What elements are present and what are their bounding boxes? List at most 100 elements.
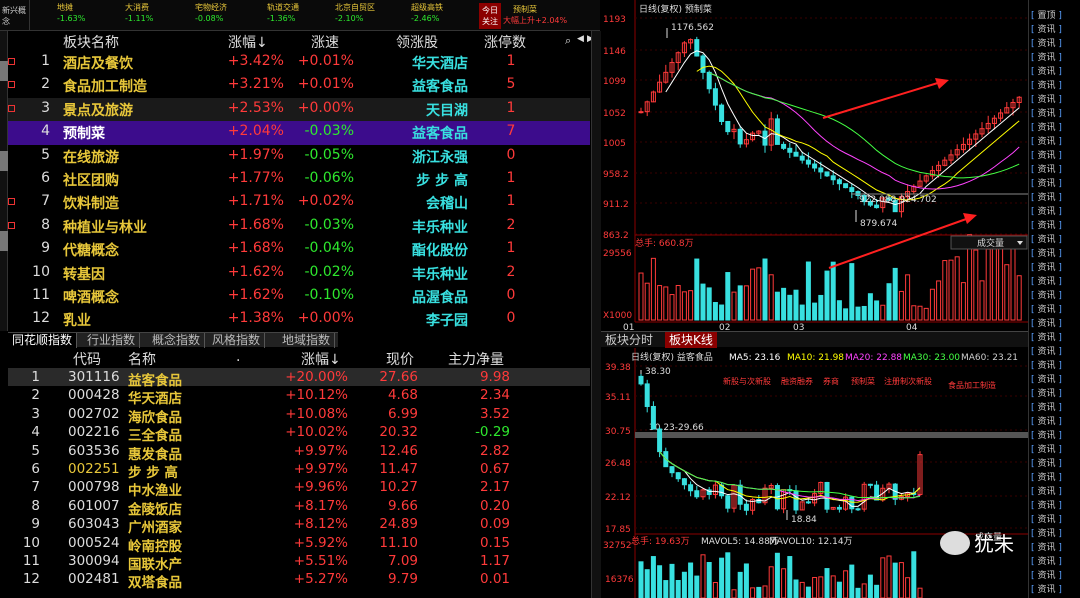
header-speed[interactable]: 涨速: [311, 32, 339, 52]
sector-row[interactable]: 6 社区团购 +1.77% -0.06% 步 步 高 1: [8, 168, 590, 191]
sector-row-leader[interactable]: 天目湖: [368, 100, 468, 120]
stock-row[interactable]: 3 002702 海欣食品 +10.08% 6.99 3.52: [8, 405, 590, 426]
sidebar-news-item[interactable]: [资讯 ]: [1031, 120, 1079, 134]
sector-row-leader[interactable]: 步 步 高: [368, 170, 468, 190]
ticker-item[interactable]: 大消费 -1.11%: [125, 2, 195, 24]
sector-row[interactable]: 9 代糖概念 +1.68% -0.04% 酯化股份 1: [8, 238, 590, 261]
sector-row-leader[interactable]: 益客食品: [368, 123, 468, 143]
sidebar-news-item[interactable]: [资讯 ]: [1031, 470, 1079, 484]
stock-row[interactable]: 9 603043 广州酒家 +8.12% 24.89 0.09: [8, 515, 590, 536]
ticker-item[interactable]: 轨道交通 -1.36%: [267, 2, 337, 24]
sector-row-leader[interactable]: 会稽山: [368, 193, 468, 213]
sector-kline-chart[interactable]: 1193 1146 1099 1052 1005 958.2 911.2 863.2 日线(复权…: [601, 0, 1028, 330]
sector-row[interactable]: 5 在线旅游 +1.97% -0.05% 浙江永强 0: [8, 145, 590, 168]
sidebar-news-item[interactable]: [资讯 ]: [1031, 498, 1079, 512]
sector-row-leader[interactable]: 益客食品: [368, 76, 468, 96]
sidebar-news-item[interactable]: [资讯 ]: [1031, 330, 1079, 344]
tab-index-2[interactable]: 概念指数: [148, 333, 206, 348]
tab-index-1[interactable]: 行业指数: [83, 333, 141, 348]
stock-row[interactable]: 4 002216 三全食品 +10.02% 20.32 -0.29: [8, 423, 590, 444]
stock-row[interactable]: 2 000428 华天酒店 +10.12% 4.68 2.34: [8, 386, 590, 407]
prev-arrow-icon[interactable]: ◀: [577, 34, 584, 44]
sidebar-news-item[interactable]: [资讯 ]: [1031, 78, 1079, 92]
header-name[interactable]: 名称: [128, 349, 156, 369]
sidebar-news-item[interactable]: [资讯 ]: [1031, 442, 1079, 456]
header-sector-name[interactable]: 板块名称: [63, 32, 119, 52]
tab-index-0[interactable]: 同花顺指数: [8, 333, 78, 348]
sidebar-news-item[interactable]: [资讯 ]: [1031, 414, 1079, 428]
sector-row-leader[interactable]: 华天酒店: [368, 53, 468, 73]
sector-row[interactable]: 10 转基因 +1.62% -0.02% 丰乐种业 2: [8, 262, 590, 285]
sector-row[interactable]: 11 啤酒概念 +1.62% -0.10% 品渥食品 0: [8, 285, 590, 308]
ticker-item[interactable]: 北京自贸区 -2.10%: [335, 2, 405, 24]
stock-row[interactable]: 1 301116 益客食品 +20.00% 27.66 9.98: [8, 368, 590, 389]
sidebar-news-item[interactable]: [资讯 ]: [1031, 372, 1079, 386]
stock-row[interactable]: 10 000524 岭南控股 +5.92% 11.10 0.15: [8, 534, 590, 555]
sidebar-news-item[interactable]: [资讯 ]: [1031, 36, 1079, 50]
header-net[interactable]: 主力净量: [448, 349, 504, 369]
sector-row[interactable]: 1 酒店及餐饮 +3.42% +0.01% 华天酒店 1: [8, 51, 590, 74]
stock-row[interactable]: 12 002481 双塔食品 +5.27% 9.79 0.01: [8, 570, 590, 591]
sidebar-news-item[interactable]: [资讯 ]: [1031, 204, 1079, 218]
sidebar-news-item[interactable]: [资讯 ]: [1031, 358, 1079, 372]
tab-sector-kline[interactable]: 板块K线: [665, 332, 717, 348]
sidebar-news-item[interactable]: [资讯 ]: [1031, 288, 1079, 302]
search-icon[interactable]: ⌕: [565, 34, 571, 48]
sector-row-leader[interactable]: 李子园: [368, 310, 468, 330]
sector-row-leader[interactable]: 丰乐种业: [368, 217, 468, 237]
sector-row[interactable]: 7 饮料制造 +1.71% +0.02% 会稽山 1: [8, 191, 590, 214]
sector-row[interactable]: 8 种植业与林业 +1.68% -0.03% 丰乐种业 2: [8, 215, 590, 238]
sector-row[interactable]: 2 食品加工制造 +3.21% +0.01% 益客食品 5: [8, 74, 590, 97]
sidebar-news-item[interactable]: [资讯 ]: [1031, 568, 1079, 582]
stock-row[interactable]: 11 300094 国联水产 +5.51% 7.09 1.17: [8, 552, 590, 573]
today-focus-button[interactable]: 今日关注: [479, 3, 501, 29]
sector-row[interactable]: 12 乳业 +1.38% +0.00% 李子园 0: [8, 308, 590, 331]
sidebar-news-item[interactable]: [资讯 ]: [1031, 428, 1079, 442]
vertical-scrollbar[interactable]: [591, 31, 601, 598]
sector-row-leader[interactable]: 浙江永强: [368, 147, 468, 167]
sector-row[interactable]: 3 景点及旅游 +2.53% +0.00% 天目湖 1: [8, 97, 590, 122]
sidebar-news-item[interactable]: [资讯 ]: [1031, 400, 1079, 414]
stock-row[interactable]: 7 000798 中水渔业 +9.96% 10.27 2.17: [8, 478, 590, 499]
sidebar-news-item[interactable]: [资讯 ]: [1031, 316, 1079, 330]
sidebar-news-item[interactable]: [资讯 ]: [1031, 134, 1079, 148]
sidebar-news-item[interactable]: [资讯 ]: [1031, 190, 1079, 204]
sidebar-news-item[interactable]: [资讯 ]: [1031, 274, 1079, 288]
ticker-item[interactable]: 地摊 -1.63%: [57, 2, 127, 24]
sidebar-news-item[interactable]: [资讯 ]: [1031, 22, 1079, 36]
sidebar-news-item[interactable]: [资讯 ]: [1031, 50, 1079, 64]
sidebar-news-item[interactable]: [资讯 ]: [1031, 512, 1079, 526]
stock-row[interactable]: 8 601007 金陵饭店 +8.17% 9.66 0.20: [8, 497, 590, 518]
ticker-category-label[interactable]: 新兴概念: [0, 0, 30, 31]
sector-row-leader[interactable]: 品渥食品: [368, 287, 468, 307]
tab-sector-intraday[interactable]: 板块分时: [605, 332, 653, 348]
sidebar-news-item[interactable]: [资讯 ]: [1031, 582, 1079, 596]
header-pct[interactable]: 涨幅↓: [228, 32, 268, 52]
header-stock-pct[interactable]: 涨幅↓: [301, 349, 341, 369]
sidebar-news-item[interactable]: [资讯 ]: [1031, 386, 1079, 400]
header-leader[interactable]: 领涨股: [396, 32, 438, 52]
sidebar-news-item[interactable]: [资讯 ]: [1031, 162, 1079, 176]
header-price[interactable]: 现价: [386, 349, 414, 369]
header-code[interactable]: 代码: [73, 349, 101, 369]
sidebar-news-item[interactable]: [资讯 ]: [1031, 148, 1079, 162]
sidebar-news-item[interactable]: [资讯 ]: [1031, 176, 1079, 190]
sidebar-news-item[interactable]: [资讯 ]: [1031, 260, 1079, 274]
stock-row[interactable]: 5 603536 惠发食品 +9.97% 12.46 2.82: [8, 442, 590, 463]
sidebar-news-item[interactable]: [资讯 ]: [1031, 64, 1079, 78]
sidebar-news-item[interactable]: [资讯 ]: [1031, 246, 1079, 260]
sector-row[interactable]: 4 预制菜 +2.04% -0.03% 益客食品 7: [8, 121, 590, 145]
ticker-item[interactable]: 超级高铁 -2.46%: [411, 2, 481, 24]
left-scroll-strip[interactable]: [0, 31, 8, 331]
stock-row[interactable]: 6 002251 步 步 高 +9.97% 11.47 0.67: [8, 460, 590, 481]
sidebar-news-item[interactable]: [资讯 ]: [1031, 232, 1079, 246]
tab-index-4[interactable]: 地域指数: [278, 333, 336, 348]
sidebar-news-item[interactable]: [资讯 ]: [1031, 302, 1079, 316]
sector-row-leader[interactable]: 酯化股份: [368, 240, 468, 260]
sidebar-news-item[interactable]: [资讯 ]: [1031, 92, 1079, 106]
sidebar-news-item[interactable]: [置顶 ]: [1031, 8, 1079, 22]
sidebar-news-item[interactable]: [资讯 ]: [1031, 218, 1079, 232]
sidebar-news-item[interactable]: [资讯 ]: [1031, 106, 1079, 120]
tab-index-3[interactable]: 风格指数: [208, 333, 266, 348]
sector-row-leader[interactable]: 丰乐种业: [368, 264, 468, 284]
